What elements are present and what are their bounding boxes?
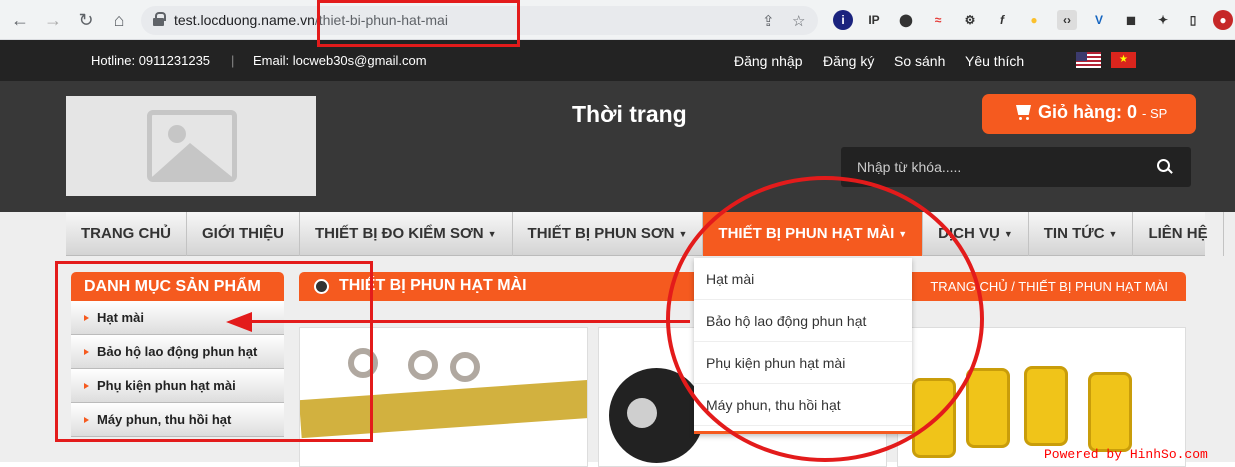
nav-label: TRANG CHỦ: [81, 225, 171, 242]
english-flag-icon[interactable]: [1076, 52, 1101, 68]
nav-label: GIỚI THIỆU: [202, 225, 284, 242]
image-placeholder-icon: [147, 110, 237, 182]
email-text: Email: locweb30s@gmail.com: [253, 53, 427, 68]
camera-icon[interactable]: ◼: [1121, 10, 1141, 30]
font-finder-icon[interactable]: f: [992, 10, 1012, 30]
logo-placeholder[interactable]: [66, 96, 316, 196]
code-viewer-icon[interactable]: ‹›: [1057, 10, 1077, 30]
extension-speed-icon[interactable]: ≈: [928, 10, 948, 30]
extensions-puzzle-icon[interactable]: ✦: [1153, 10, 1173, 30]
caret-down-icon: ▼: [678, 229, 688, 240]
nav-label: TIN TỨC: [1043, 225, 1105, 242]
cart-count: 0: [1127, 102, 1138, 122]
location-pin-icon[interactable]: ⬤: [896, 10, 916, 30]
nav-item-about[interactable]: GIỚI THIỆU: [187, 212, 300, 256]
top-info-bar: Hotline: 0911231235 | Email: locweb30s@g…: [0, 40, 1235, 81]
vpn-extension-icon[interactable]: V: [1089, 10, 1109, 30]
cart-label: Giỏ hàng:: [1038, 102, 1122, 122]
nav-label: THIẾT BỊ PHUN SƠN: [527, 225, 675, 242]
clamp-image: [450, 352, 480, 382]
site-title: Thời trang: [572, 101, 687, 127]
annotation-arrow: [250, 320, 690, 323]
nav-item-home[interactable]: TRANG CHỦ: [66, 212, 187, 256]
lock-icon[interactable]: [153, 12, 166, 26]
search-input[interactable]: [841, 147, 1141, 187]
topbar-divider: |: [231, 53, 235, 68]
dropdown-highlight-circle: [666, 176, 984, 462]
coupler-product-image: [1088, 372, 1132, 452]
caret-down-icon: ▼: [1108, 229, 1118, 240]
search-box: [841, 147, 1191, 187]
side-panel-icon[interactable]: ▯: [1183, 10, 1203, 30]
site-header: Thời trang Giỏ hàng: 0 - SP: [0, 81, 1235, 212]
nav-item-contact[interactable]: LIÊN HỆ: [1133, 212, 1224, 256]
url-highlight-box: [317, 0, 520, 47]
watermark: Powered by HinhSo.com: [1044, 447, 1208, 462]
lightbulb-icon[interactable]: ●: [1024, 10, 1044, 30]
register-link[interactable]: Đăng ký: [823, 53, 874, 69]
sidebar-highlight-box: [55, 261, 373, 442]
share-icon[interactable]: ⇪: [762, 12, 775, 30]
vietnam-flag-icon[interactable]: ★: [1111, 52, 1136, 68]
extension-ip-lookup-icon[interactable]: IP: [864, 10, 884, 30]
arrow-head-icon: [226, 312, 252, 332]
caret-down-icon: ▼: [487, 229, 497, 240]
coupler-product-image: [966, 368, 1010, 448]
nav-item-news[interactable]: TIN TỨC ▼: [1029, 212, 1134, 256]
clamp-image: [408, 350, 438, 380]
url-domain: test.locduong.name.vn: [174, 12, 315, 28]
hotline-text: Hotline: 0911231235: [91, 53, 211, 68]
main-nav: TRANG CHỦ GIỚI THIỆU THIẾT BỊ ĐO KIỂM SƠ…: [66, 212, 1224, 256]
caret-down-icon: ▼: [1003, 229, 1013, 240]
home-icon[interactable]: ⌂: [107, 8, 131, 32]
browser-toolbar: ← → ↻ ⌂ test.locduong.name.vn/thiet-bi-p…: [0, 0, 1235, 40]
cart-unit: - SP: [1142, 106, 1168, 121]
nav-label: THIẾT BỊ ĐO KIỂM SƠN: [314, 225, 484, 242]
cart-button[interactable]: Giỏ hàng: 0 - SP: [982, 94, 1196, 134]
compare-link[interactable]: So sánh: [894, 53, 945, 69]
settings-gear-icon[interactable]: ⚙: [960, 10, 980, 30]
nav-label: LIÊN HỆ: [1148, 225, 1208, 242]
profile-avatar[interactable]: ●: [1213, 10, 1233, 30]
login-link[interactable]: Đăng nhập: [734, 53, 803, 69]
extension-ip-icon[interactable]: i: [833, 10, 853, 30]
search-icon[interactable]: [1141, 147, 1191, 187]
forward-icon[interactable]: →: [41, 8, 65, 32]
nav-item-paint-testing[interactable]: THIẾT BỊ ĐO KIỂM SƠN ▼: [300, 212, 513, 256]
nav-item-paint-spraying[interactable]: THIẾT BỊ PHUN SƠN ▼: [513, 212, 704, 256]
back-icon[interactable]: ←: [8, 8, 32, 32]
wishlist-link[interactable]: Yêu thích: [965, 53, 1024, 69]
coupler-product-image: [1024, 366, 1068, 446]
reload-icon[interactable]: ↻: [74, 8, 98, 32]
cart-icon: [1014, 105, 1032, 120]
bookmark-star-icon[interactable]: ☆: [792, 12, 805, 30]
